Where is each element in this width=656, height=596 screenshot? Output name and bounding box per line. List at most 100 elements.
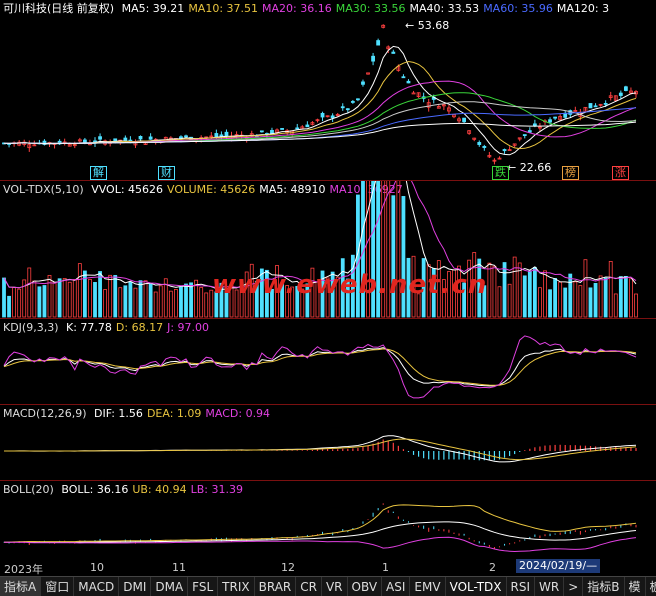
tab-fsl[interactable]: FSL [188,577,219,596]
volume-bar [553,278,558,318]
candle [133,139,138,148]
volume-bar [578,285,583,318]
volume-bar [138,280,143,318]
ma20-line [3,80,637,145]
tab-trix[interactable]: TRIX [218,577,255,596]
volume-bar [67,281,72,318]
volume-bar [492,265,497,318]
volume-bar [42,285,47,318]
tab-brar[interactable]: BRAR [255,577,297,596]
volume-bar [184,283,188,318]
tab-asi[interactable]: ASI [382,577,411,596]
volume-bar [133,287,138,318]
candle [472,137,477,142]
candlestick-chart[interactable] [0,0,656,180]
price-panel[interactable]: 可川科技(日线 前复权) MA5: 39.21 MA10: 37.51 MA20: … [0,0,656,180]
volume-bar [487,262,492,318]
candle [371,52,375,66]
volume-bar [593,282,598,318]
volume-bar [12,287,17,318]
candle [457,116,461,124]
event-marker[interactable]: 跌 [492,166,509,180]
candle [335,112,340,117]
candle [618,90,623,99]
tab-指标b[interactable]: 指标B [583,577,625,596]
volume-bar [189,282,193,318]
candle [401,74,406,79]
boll-panel[interactable]: BOLL(20) BOLL: 36.16 UB: 40.94 LB: 31.39 [0,481,656,559]
volume-bar [158,285,163,318]
tab-板[interactable]: 板 [646,577,656,596]
event-marker[interactable]: 财 [158,166,175,180]
candle [598,103,603,107]
kdj-d-line [3,348,637,386]
candle [310,121,315,126]
volume-bar [143,280,148,318]
tab-macd[interactable]: MACD [74,577,120,596]
candle [477,140,482,147]
candle [441,103,446,111]
volume-bar [608,261,613,318]
tab-cr[interactable]: CR [296,577,322,596]
volume-bar [558,281,563,318]
volume-bar [77,263,82,318]
boll-chart[interactable] [0,481,656,559]
axis-label: 2023年 [4,563,43,576]
volume-bar [93,282,97,318]
volume-bar [199,287,204,318]
tab-模[interactable]: 模 [625,577,646,596]
candle [593,103,598,108]
volume-bar [588,287,593,318]
tab-dma[interactable]: DMA [151,577,189,596]
tab-emv[interactable]: EMV [410,577,446,596]
candle [634,90,638,98]
volume-bar [522,275,527,318]
event-marker[interactable]: 涨 [612,166,629,180]
indicator-tab-bar: 指标A 窗口 MACD DMI DMA FSL TRIX BRAR CR VR OBV ASI EMV V… [0,576,656,596]
event-marker[interactable]: 解 [90,166,107,180]
tab-obv[interactable]: OBV [348,577,383,596]
tab-x[interactable]: > [564,577,584,596]
volume-bar [2,277,6,318]
candle [426,98,431,112]
tab-vol-tdx[interactable]: VOL-TDX [446,577,507,596]
event-marker[interactable]: 榜 [562,166,579,180]
candle [492,158,497,165]
volume-bar [72,279,77,318]
volume-bar [27,267,32,318]
candle [527,127,532,133]
candle [356,98,360,102]
candle [325,115,330,118]
kdj-chart[interactable] [0,319,656,404]
tab-指标a[interactable]: 指标A [0,577,42,596]
candle [406,79,411,84]
tab-窗口[interactable]: 窗口 [41,577,75,596]
tab-wr[interactable]: WR [535,577,565,596]
candle [42,139,47,146]
macd-panel[interactable]: MACD(12,26,9) DIF: 1.56 DEA: 1.09 MACD: 0.… [0,405,656,480]
axis-label: 11 [172,561,186,574]
volume-bar [57,278,62,318]
macd-chart[interactable] [0,405,656,480]
kdj-panel[interactable]: KDJ(9,3,3) K: 77.78 D: 68.17 J: 97.00 [0,319,656,404]
tab-dmi[interactable]: DMI [119,577,152,596]
boll-upper-line [3,504,637,543]
volume-bar [148,283,153,318]
candle [411,90,416,95]
macd-dea-line [4,438,637,461]
candle [295,123,300,130]
volume-bar [548,289,552,318]
volume-bar [603,277,608,318]
tab-vr[interactable]: VR [322,577,348,596]
candle [72,141,77,149]
candle [366,72,370,75]
low-price-label: ← 22.66 [507,161,552,174]
candle [315,118,320,123]
candle [553,116,558,121]
volume-bar [174,289,178,318]
candle [467,130,472,135]
candle [573,106,578,112]
volume-bar [629,278,633,318]
high-price-label: ← 53.68 [405,19,450,32]
tab-rsi[interactable]: RSI [507,577,536,596]
